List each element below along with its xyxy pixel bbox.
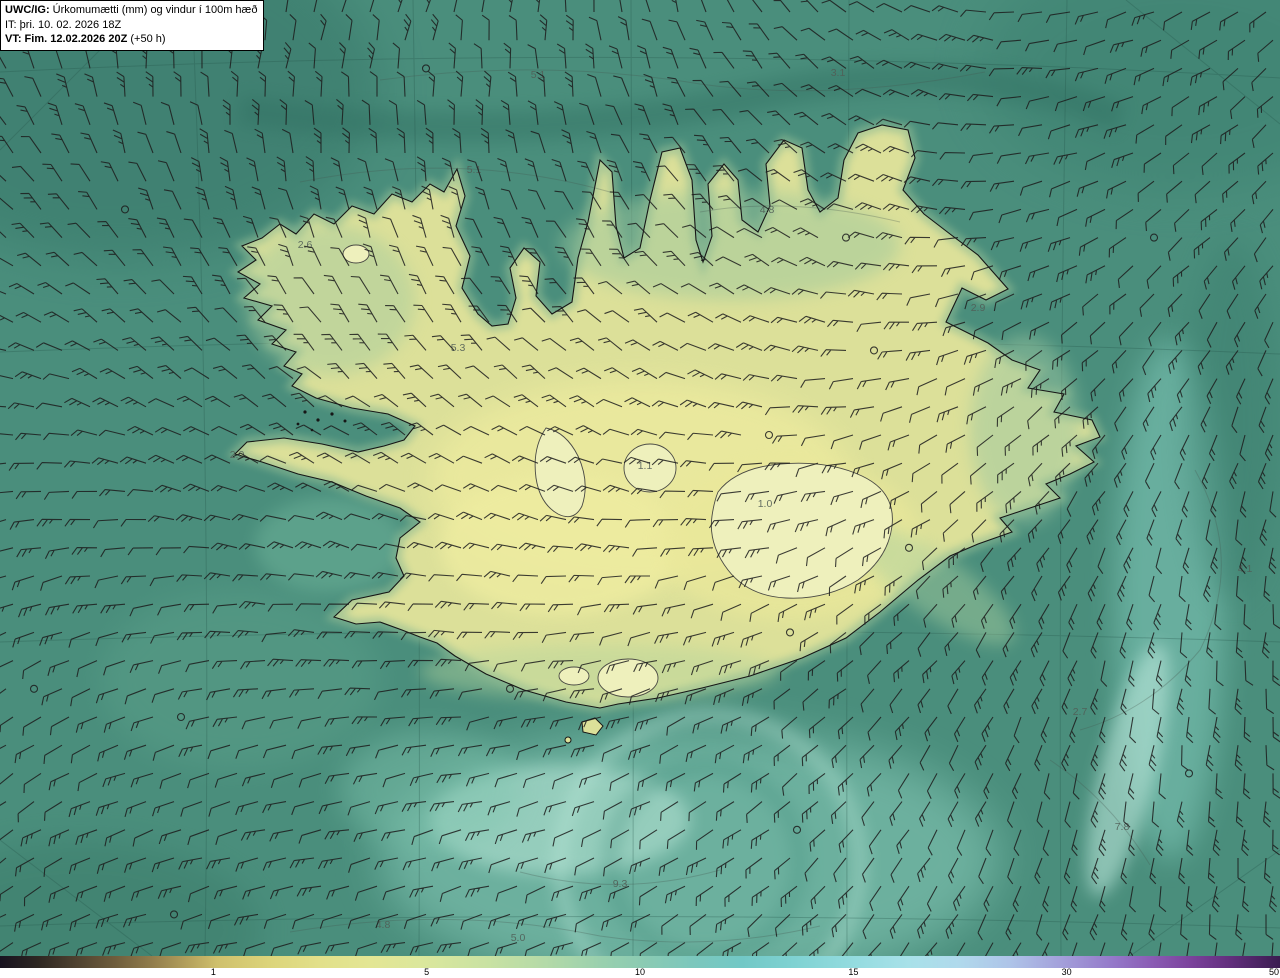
init-time: IT: þri. 10. 02. 2026 18Z	[5, 18, 122, 31]
colorbar-tick: 1	[210, 967, 216, 977]
contour-label: 7.8	[1115, 821, 1130, 833]
island-surtsey	[564, 736, 572, 744]
contour-label: 4.8	[760, 204, 775, 216]
precipitation-wind-map: 5.1 3.15.14.82.62.95.32.01.11.04.12.77.89…	[0, 0, 1280, 956]
contour-label: 2.7	[1073, 706, 1088, 718]
model-label: UWC/IG:	[5, 4, 50, 16]
product-line: UWC/IG: Úrkomumætti (mm) og vindur í 100…	[5, 3, 257, 18]
colorbar-tick: 5	[424, 967, 430, 977]
colorbar-tick: 15	[848, 967, 859, 977]
valid-time-line: VT: Fim. 12.02.2026 20Z (+50 h)	[5, 32, 257, 47]
contour-label: 5.3	[451, 342, 466, 354]
contour-label: 1.0	[758, 498, 773, 510]
contour-label: 3.1	[831, 67, 846, 79]
contour-label: 5.1	[531, 69, 546, 81]
lead-time: (+50 h)	[130, 33, 166, 46]
colorbar: 1 5 10 15 30 50	[0, 956, 1280, 978]
valid-time: VT: Fim. 12.02.2026 20Z	[5, 33, 128, 46]
colorbar-ticks: 1 5 10 15 30 50	[0, 967, 1280, 978]
glacier-myrdalsjokull	[597, 658, 659, 698]
glacier-eyjafjallajokull	[558, 666, 590, 686]
contour-label: 2.9	[971, 302, 986, 314]
contour-label: 5.0	[511, 932, 526, 944]
title-box: UWC/IG: Úrkomumætti (mm) og vindur í 100…	[0, 0, 265, 51]
glacier-drangajokull	[342, 244, 370, 264]
colorbar-tick: 10	[634, 967, 646, 977]
contour-label: 2.6	[298, 239, 313, 251]
colorbar-tick: 50	[1268, 967, 1279, 977]
product-title: Úrkomumætti (mm) og vindur í 100m hæð	[52, 4, 258, 16]
colorbar-tick: 30	[1061, 967, 1072, 977]
weather-map-viewer: 5.1 3.1 5.1 4.8 2.6 2.9 5.3 2.0 1.1 1.0 4.1 2.7 7.8 9…	[0, 0, 1280, 978]
init-time-line: IT: þri. 10. 02. 2026 18Z	[5, 18, 257, 33]
map-canvas: 5.1 3.1 5.1 4.8 2.6 2.9 5.3 2.0 1.1 1.0 4.1 2.7 7.8 9…	[0, 0, 1280, 956]
